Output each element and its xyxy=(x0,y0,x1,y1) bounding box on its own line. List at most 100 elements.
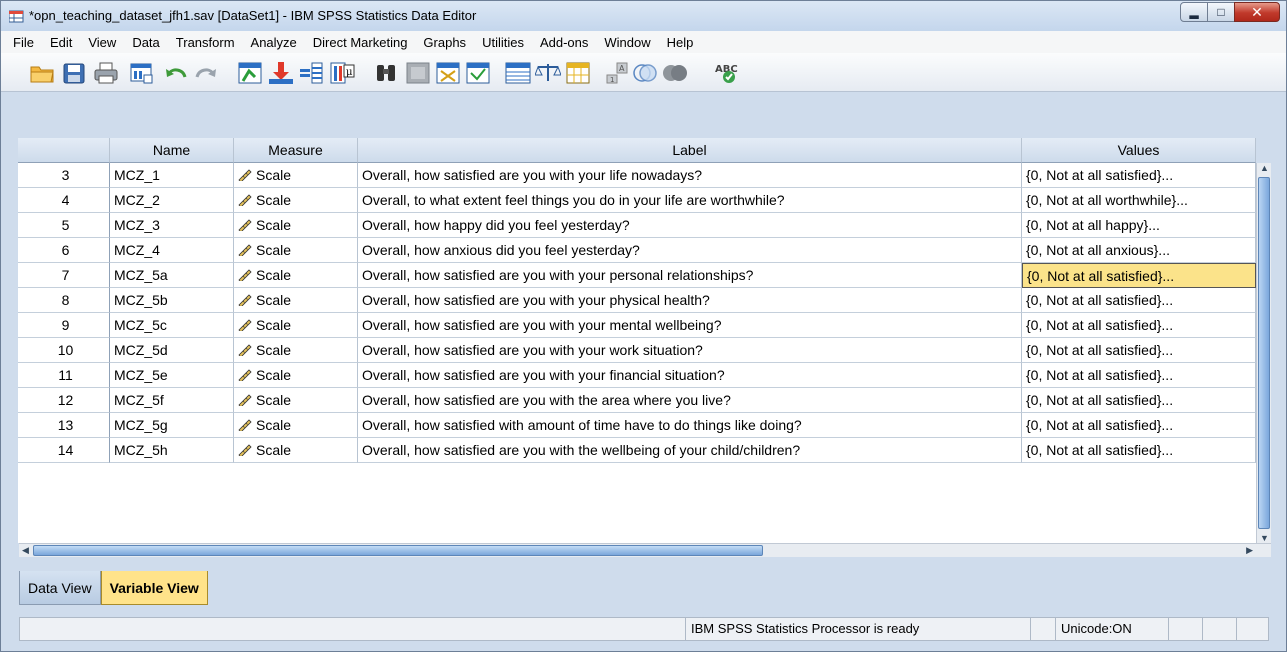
tab-variable-view[interactable]: Variable View xyxy=(100,571,208,605)
row-number[interactable]: 4 xyxy=(18,188,110,213)
row-number[interactable]: 6 xyxy=(18,238,110,263)
weight-cases-icon[interactable] xyxy=(505,61,531,85)
menu-add-ons[interactable]: Add-ons xyxy=(532,35,596,50)
maximize-button[interactable]: □ xyxy=(1207,2,1235,22)
open-folder-icon[interactable] xyxy=(29,61,55,85)
menu-window[interactable]: Window xyxy=(596,35,658,50)
cell-name[interactable]: MCZ_3 xyxy=(110,213,234,238)
print-icon[interactable] xyxy=(93,61,119,85)
cell-measure[interactable]: Scale xyxy=(234,263,358,288)
close-button[interactable]: ✕ xyxy=(1234,2,1280,22)
insert-cases-icon[interactable] xyxy=(405,61,431,85)
cell-values[interactable]: {0, Not at all satisfied}... xyxy=(1022,363,1256,388)
col-header-values[interactable]: Values xyxy=(1022,138,1256,163)
cell-values[interactable]: {0, Not at all satisfied}... xyxy=(1022,388,1256,413)
cell-name[interactable]: MCZ_1 xyxy=(110,163,234,188)
cell-label[interactable]: Overall, how satisfied are you with your… xyxy=(358,313,1022,338)
dialog-recall-icon[interactable] xyxy=(128,61,154,85)
corner-cell[interactable] xyxy=(18,138,110,163)
cell-measure[interactable]: Scale xyxy=(234,363,358,388)
cell-values[interactable]: {0, Not at all satisfied}... xyxy=(1022,338,1256,363)
scroll-up-icon[interactable]: ▲ xyxy=(1260,163,1269,173)
cell-label[interactable]: Overall, how satisfied are you with your… xyxy=(358,288,1022,313)
row-number[interactable]: 14 xyxy=(18,438,110,463)
cell-name[interactable]: MCZ_5f xyxy=(110,388,234,413)
menu-help[interactable]: Help xyxy=(659,35,702,50)
row-number[interactable]: 5 xyxy=(18,213,110,238)
menu-transform[interactable]: Transform xyxy=(168,35,243,50)
cell-label[interactable]: Overall, how satisfied are you with your… xyxy=(358,338,1022,363)
redo-icon[interactable] xyxy=(193,61,219,85)
venn-circles-icon[interactable] xyxy=(662,61,688,85)
cell-measure[interactable]: Scale xyxy=(234,438,358,463)
run-descriptives-icon[interactable]: μ xyxy=(329,61,355,85)
cell-label[interactable]: Overall, how satisfied are you with the … xyxy=(358,438,1022,463)
cell-name[interactable]: MCZ_5h xyxy=(110,438,234,463)
title-bar[interactable]: *opn_teaching_dataset_jfh1.sav [DataSet1… xyxy=(1,1,1286,31)
scroll-down-icon[interactable]: ▼ xyxy=(1260,533,1269,543)
minimize-button[interactable]: ▂ xyxy=(1180,2,1208,22)
col-header-label[interactable]: Label xyxy=(358,138,1022,163)
cell-values[interactable]: {0, Not at all happy}... xyxy=(1022,213,1256,238)
cell-name[interactable]: MCZ_5c xyxy=(110,313,234,338)
cell-label[interactable]: Overall, how satisfied are you with your… xyxy=(358,363,1022,388)
select-cases-icon[interactable] xyxy=(535,61,561,85)
row-number[interactable]: 3 xyxy=(18,163,110,188)
save-icon[interactable] xyxy=(61,61,87,85)
spell-check-icon[interactable]: ABC xyxy=(713,61,739,85)
scroll-left-icon[interactable]: ◀ xyxy=(22,545,29,556)
col-header-name[interactable]: Name xyxy=(110,138,234,163)
menu-view[interactable]: View xyxy=(80,35,124,50)
menu-data[interactable]: Data xyxy=(124,35,167,50)
row-number[interactable]: 12 xyxy=(18,388,110,413)
cell-measure[interactable]: Scale xyxy=(234,188,358,213)
vertical-scrollbar[interactable]: ▲ ▼ xyxy=(1256,163,1271,543)
row-number[interactable]: 8 xyxy=(18,288,110,313)
cell-measure[interactable]: Scale xyxy=(234,213,358,238)
goto-case-icon[interactable] xyxy=(237,61,263,85)
cell-name[interactable]: MCZ_5a xyxy=(110,263,234,288)
split-file-icon[interactable] xyxy=(465,61,491,85)
cell-name[interactable]: MCZ_5e xyxy=(110,363,234,388)
menu-file[interactable]: File xyxy=(5,35,42,50)
show-all-variables-icon[interactable] xyxy=(632,61,658,85)
row-number[interactable]: 7 xyxy=(18,263,110,288)
scroll-right-icon[interactable]: ▶ xyxy=(1246,545,1253,556)
cell-name[interactable]: MCZ_5d xyxy=(110,338,234,363)
cell-measure[interactable]: Scale xyxy=(234,238,358,263)
horizontal-scroll-thumb[interactable] xyxy=(33,545,763,556)
col-header-measure[interactable]: Measure xyxy=(234,138,358,163)
cell-measure[interactable]: Scale xyxy=(234,388,358,413)
cell-name[interactable]: MCZ_2 xyxy=(110,188,234,213)
row-number[interactable]: 10 xyxy=(18,338,110,363)
value-labels-icon[interactable] xyxy=(565,61,591,85)
menu-direct-marketing[interactable]: Direct Marketing xyxy=(305,35,416,50)
row-number[interactable]: 11 xyxy=(18,363,110,388)
cell-label[interactable]: Overall, how happy did you feel yesterda… xyxy=(358,213,1022,238)
cell-measure[interactable]: Scale xyxy=(234,163,358,188)
menu-graphs[interactable]: Graphs xyxy=(415,35,474,50)
cell-measure[interactable]: Scale xyxy=(234,338,358,363)
cell-label[interactable]: Overall, how anxious did you feel yester… xyxy=(358,238,1022,263)
cell-values[interactable]: {0, Not at all satisfied}... xyxy=(1022,313,1256,338)
undo-icon[interactable] xyxy=(163,61,189,85)
cell-values[interactable]: {0, Not at all satisfied}... xyxy=(1022,413,1256,438)
cell-label[interactable]: Overall, how satisfied with amount of ti… xyxy=(358,413,1022,438)
menu-utilities[interactable]: Utilities xyxy=(474,35,532,50)
row-number[interactable]: 9 xyxy=(18,313,110,338)
cell-measure[interactable]: Scale xyxy=(234,313,358,338)
menu-analyze[interactable]: Analyze xyxy=(243,35,305,50)
cell-values[interactable]: {0, Not at all satisfied}... xyxy=(1022,263,1256,288)
row-number[interactable]: 13 xyxy=(18,413,110,438)
cell-measure[interactable]: Scale xyxy=(234,288,358,313)
insert-variable-icon[interactable] xyxy=(435,61,461,85)
cell-measure[interactable]: Scale xyxy=(234,413,358,438)
goto-variable-icon[interactable] xyxy=(268,61,294,85)
cell-label[interactable]: Overall, how satisfied are you with the … xyxy=(358,388,1022,413)
cell-values[interactable]: {0, Not at all worthwhile}... xyxy=(1022,188,1256,213)
cell-values[interactable]: {0, Not at all satisfied}... xyxy=(1022,288,1256,313)
cell-values[interactable]: {0, Not at all satisfied}... xyxy=(1022,438,1256,463)
cell-name[interactable]: MCZ_5g xyxy=(110,413,234,438)
cell-values[interactable]: {0, Not at all satisfied}... xyxy=(1022,163,1256,188)
find-icon[interactable] xyxy=(373,61,399,85)
